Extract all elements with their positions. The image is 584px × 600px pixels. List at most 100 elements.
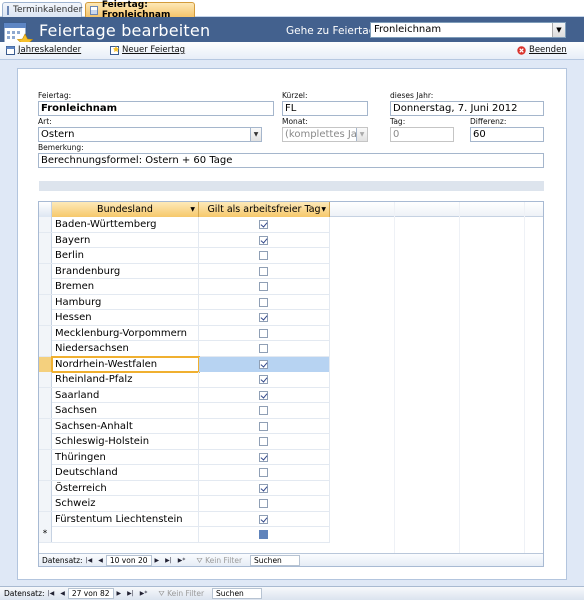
tab-feiertag-fronleichnam[interactable]: Feiertag: Fronleichnam	[85, 0, 195, 20]
monat-select[interactable]: (komplettes Jahr) ▼	[282, 127, 368, 142]
chevron-down-icon[interactable]: ▼	[250, 128, 261, 141]
row-selector[interactable]	[39, 263, 52, 279]
bundesland-cell[interactable]: Nordrhein-Westfalen	[51, 355, 200, 373]
table-row[interactable]: Österreich	[39, 480, 330, 496]
select-all-cell[interactable]	[39, 202, 52, 217]
row-selector[interactable]	[39, 418, 52, 434]
arbeitsfrei-checkbox[interactable]	[259, 499, 268, 508]
row-selector[interactable]	[39, 217, 52, 232]
table-row[interactable]: Nordrhein-Westfalen	[39, 355, 330, 373]
no-filter-button[interactable]: ⛛ Kein Filter	[196, 556, 242, 566]
kuerzel-field[interactable]: FL	[282, 101, 368, 116]
row-selector[interactable]	[39, 310, 52, 325]
table-row[interactable]: Hamburg	[39, 294, 330, 310]
bundesland-cell[interactable]: Bremen	[52, 279, 199, 294]
arbeitsfrei-cell[interactable]	[199, 449, 330, 465]
table-row[interactable]: Rheinland-Pfalz	[39, 372, 330, 388]
bundesland-cell[interactable]: Hessen	[52, 310, 199, 325]
arbeitsfrei-checkbox[interactable]	[259, 468, 268, 477]
arbeitsfrei-checkbox[interactable]	[259, 406, 268, 415]
last-record-icon[interactable]: ▶|	[165, 557, 172, 564]
table-row[interactable]: Thüringen	[39, 449, 330, 465]
arbeitsfrei-checkbox[interactable]	[259, 297, 268, 307]
row-selector[interactable]	[39, 341, 52, 356]
arbeitsfrei-checkbox[interactable]	[259, 483, 268, 493]
jahreskalender-button[interactable]: Jahreskalender	[6, 45, 81, 55]
arbeitsfrei-checkbox[interactable]	[259, 220, 268, 229]
arbeitsfrei-checkbox[interactable]	[259, 452, 268, 462]
next-record-icon[interactable]: ▶	[155, 557, 160, 564]
arbeitsfrei-cell[interactable]	[199, 480, 330, 496]
row-selector[interactable]	[39, 294, 52, 310]
row-selector[interactable]	[39, 248, 52, 263]
table-row[interactable]: Bayern	[39, 232, 330, 248]
search-input[interactable]: Suchen	[212, 588, 263, 599]
row-selector[interactable]	[39, 465, 52, 480]
column-header-arbeitsfrei[interactable]: Gilt als arbeitsfreier Tag ▼	[199, 202, 330, 217]
chevron-down-icon[interactable]: ▼	[190, 202, 195, 217]
row-selector[interactable]	[39, 403, 52, 418]
goto-feiertag-select[interactable]: Fronleichnam ▼	[370, 22, 566, 38]
bundesland-cell[interactable]: Schleswig-Holstein	[52, 434, 199, 449]
arbeitsfrei-checkbox[interactable]	[259, 514, 268, 524]
row-selector[interactable]	[39, 356, 52, 372]
arbeitsfrei-cell[interactable]	[199, 527, 330, 542]
arbeitsfrei-checkbox[interactable]	[259, 437, 268, 446]
row-selector[interactable]	[39, 279, 52, 294]
arbeitsfrei-cell[interactable]	[199, 387, 330, 403]
art-select[interactable]: Ostern ▼	[38, 127, 262, 142]
table-row[interactable]: Saarland	[39, 387, 330, 403]
arbeitsfrei-checkbox[interactable]	[259, 328, 268, 338]
table-row[interactable]: Fürstentum Liechtenstein	[39, 511, 330, 527]
bundesland-cell[interactable]: Brandenburg	[52, 263, 199, 279]
arbeitsfrei-checkbox[interactable]	[259, 421, 268, 431]
row-selector[interactable]	[39, 496, 52, 511]
table-row[interactable]: Niedersachsen	[39, 341, 330, 357]
chevron-down-icon[interactable]: ▼	[552, 23, 565, 37]
last-record-icon[interactable]: ▶|	[127, 590, 134, 597]
arbeitsfrei-cell[interactable]	[199, 434, 330, 449]
arbeitsfrei-checkbox[interactable]	[259, 313, 268, 322]
table-row[interactable]: Berlin	[39, 248, 330, 264]
table-row[interactable]: Baden-Württemberg	[39, 217, 330, 233]
arbeitsfrei-checkbox[interactable]	[259, 235, 268, 245]
table-row[interactable]: Schweiz	[39, 496, 330, 512]
bundesland-cell[interactable]: Berlin	[52, 248, 199, 263]
new-record-icon[interactable]: ▶*	[178, 557, 186, 564]
arbeitsfrei-cell[interactable]	[199, 263, 330, 279]
arbeitsfrei-cell[interactable]	[199, 294, 330, 310]
arbeitsfrei-cell[interactable]	[199, 248, 330, 263]
record-position[interactable]: 27 von 82	[67, 588, 114, 599]
row-selector[interactable]	[39, 480, 52, 496]
bundesland-cell[interactable]: Deutschland	[52, 465, 199, 480]
chevron-down-icon[interactable]: ▼	[321, 202, 326, 217]
prev-record-icon[interactable]: ◀	[60, 590, 65, 597]
bundesland-cell[interactable]: Bayern	[52, 232, 199, 248]
table-row[interactable]: Brandenburg	[39, 263, 330, 279]
neuer-feiertag-button[interactable]: Neuer Feiertag	[110, 45, 185, 55]
table-row[interactable]: Mecklenburg-Vorpommern	[39, 325, 330, 341]
bundesland-cell[interactable]: Thüringen	[52, 449, 199, 465]
bundesland-cell[interactable]: Niedersachsen	[52, 341, 199, 356]
search-input[interactable]: Suchen	[250, 555, 301, 566]
arbeitsfrei-checkbox[interactable]	[259, 251, 268, 260]
table-row[interactable]: Sachsen	[39, 403, 330, 419]
table-row[interactable]: Bremen	[39, 279, 330, 295]
arbeitsfrei-checkbox[interactable]	[259, 344, 268, 353]
bundesland-cell[interactable]: Saarland	[52, 387, 199, 403]
arbeitsfrei-cell[interactable]	[199, 325, 330, 341]
next-record-icon[interactable]: ▶	[117, 590, 122, 597]
bundesland-cell[interactable]: Baden-Württemberg	[52, 217, 199, 232]
arbeitsfrei-checkbox[interactable]	[259, 375, 268, 384]
first-record-icon[interactable]: |◀	[86, 557, 93, 564]
row-selector[interactable]	[39, 511, 52, 527]
bundesland-cell[interactable]: Sachsen	[52, 403, 199, 418]
arbeitsfrei-cell[interactable]	[199, 496, 330, 511]
row-selector[interactable]	[39, 372, 52, 387]
row-selector[interactable]	[39, 232, 52, 248]
tab-terminkalender[interactable]: Terminkalender	[2, 2, 82, 17]
arbeitsfrei-checkbox[interactable]	[259, 359, 268, 369]
prev-record-icon[interactable]: ◀	[98, 557, 103, 564]
arbeitsfrei-cell[interactable]	[199, 418, 330, 434]
arbeitsfrei-cell[interactable]	[199, 310, 330, 325]
